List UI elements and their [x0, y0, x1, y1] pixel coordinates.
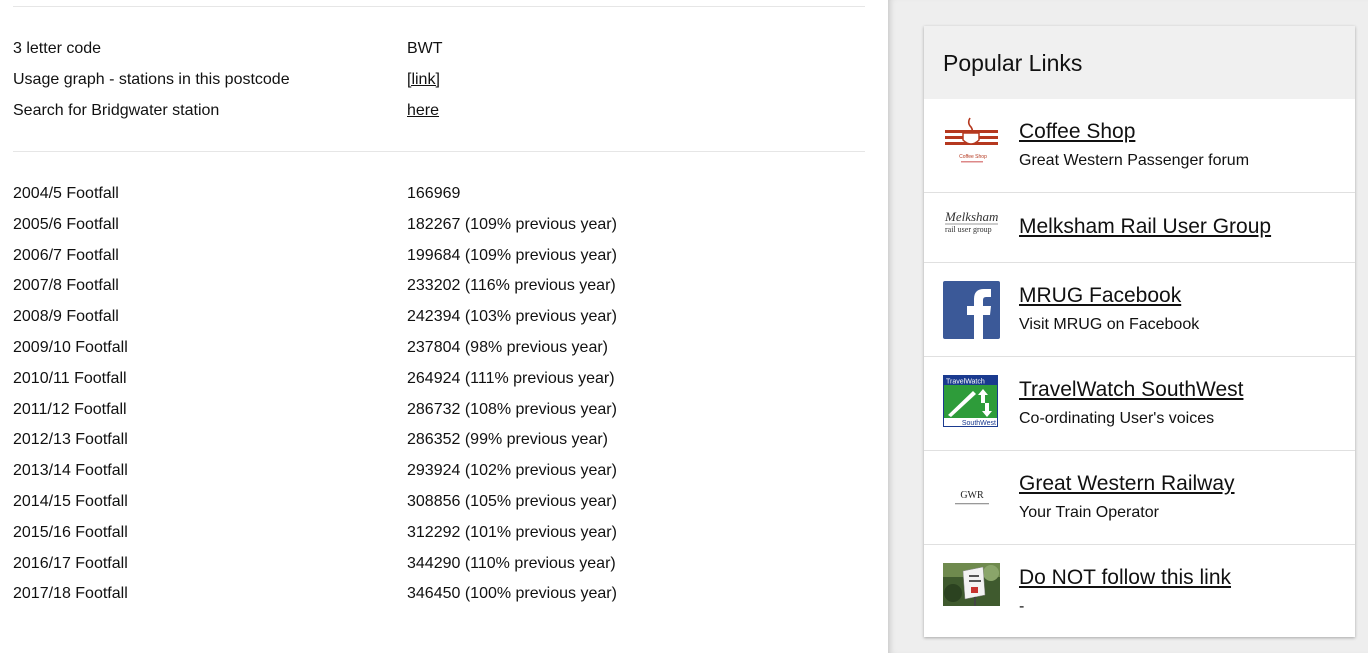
link-subtitle: Your Train Operator — [1019, 504, 1159, 521]
footfall-year: 2017/18 Footfall — [13, 585, 128, 602]
mrug-logo-icon: Melksham rail user group — [943, 203, 1000, 243]
footfall-value: 264924 (111% previous year) — [407, 370, 615, 387]
link-title[interactable]: MRUG Facebook — [1019, 284, 1181, 308]
travelwatch-logo-text-top: TravelWatch — [946, 379, 985, 386]
footfall-year: 2006/7 Footfall — [13, 247, 119, 264]
info-label: 3 letter code — [13, 40, 102, 57]
footfall-row: 2006/7 Footfall 199684 (109% previous yea… — [13, 246, 873, 277]
card-header: Popular Links — [924, 26, 1355, 99]
usage-graph-link[interactable]: [link] — [407, 70, 440, 90]
footfall-year: 2013/14 Footfall — [13, 462, 128, 479]
link-title[interactable]: Coffee Shop — [1019, 120, 1135, 144]
footfall-value: 344290 (110% previous year) — [407, 555, 616, 572]
footfall-year: 2015/16 Footfall — [13, 524, 128, 541]
footfall-year: 2008/9 Footfall — [13, 308, 119, 325]
travelwatch-logo-icon: TravelWatch SouthWest — [943, 375, 1000, 427]
link-item-do-not-follow[interactable]: Do NOT follow this link - — [924, 544, 1355, 638]
mrug-logo-text: Melksham — [944, 209, 998, 224]
footfall-row: 2017/18 Footfall 346450 (100% previous ye… — [13, 584, 873, 615]
footfall-value: 242394 (103% previous year) — [407, 308, 617, 325]
info-label: Search for Bridgwater station — [13, 102, 220, 119]
link-title[interactable]: Melksham Rail User Group — [1019, 215, 1271, 239]
link-title[interactable]: TravelWatch SouthWest — [1019, 378, 1243, 402]
footfall-value: 286352 (99% previous year) — [407, 431, 609, 448]
footfall-value: 199684 (109% previous year) — [407, 247, 617, 264]
footfall-value: 237804 (98% previous year) — [407, 339, 609, 356]
footfall-year: 2005/6 Footfall — [13, 216, 119, 233]
divider — [13, 151, 865, 152]
footfall-row: 2007/8 Footfall 233202 (116% previous yea… — [13, 276, 873, 307]
footfall-year: 2016/17 Footfall — [13, 555, 128, 572]
footfall-year: 2010/11 Footfall — [13, 370, 127, 387]
footfall-value: 312292 (101% previous year) — [407, 524, 617, 541]
footfall-row: 2005/6 Footfall 182267 (109% previous yea… — [13, 215, 873, 246]
footfall-row: 2012/13 Footfall 286352 (99% previous yea… — [13, 430, 873, 461]
footfall-value: 293924 (102% previous year) — [407, 462, 617, 479]
info-row-search: Search for Bridgwater station here — [13, 101, 873, 132]
footfall-year: 2007/8 Footfall — [13, 277, 119, 294]
divider — [13, 6, 865, 7]
link-title[interactable]: Do NOT follow this link — [1019, 566, 1231, 590]
link-item-mrug-facebook[interactable]: MRUG Facebook Visit MRUG on Facebook — [924, 262, 1355, 356]
footfall-row: 2015/16 Footfall 312292 (101% previous ye… — [13, 523, 873, 554]
footfall-year: 2004/5 Footfall — [13, 185, 119, 202]
info-row-usage-graph: Usage graph - stations in this postcode … — [13, 70, 873, 101]
gwr-logo-text: GWR — [960, 490, 984, 501]
footfall-row: 2004/5 Footfall 166969 — [13, 184, 873, 215]
popular-links-card: Popular Links Coffee Shop Coffee Shop Gr… — [924, 26, 1355, 637]
link-item-travelwatch[interactable]: TravelWatch SouthWest TravelWatch SouthW… — [924, 356, 1355, 450]
footfall-year: 2014/15 Footfall — [13, 493, 128, 510]
footfall-row: 2008/9 Footfall 242394 (103% previous yea… — [13, 307, 873, 338]
footfall-row: 2014/15 Footfall 308856 (105% previous ye… — [13, 492, 873, 523]
footfall-row: 2011/12 Footfall 286732 (108% previous ye… — [13, 400, 873, 431]
footfall-row: 2013/14 Footfall 293924 (102% previous ye… — [13, 461, 873, 492]
info-row-code: 3 letter code BWT — [13, 39, 873, 70]
footfall-value: 286732 (108% previous year) — [407, 401, 617, 418]
link-subtitle: Visit MRUG on Facebook — [1019, 316, 1200, 333]
link-subtitle: - — [1019, 598, 1025, 615]
footfall-value: 308856 (105% previous year) — [407, 493, 617, 510]
footfall-value: 233202 (116% previous year) — [407, 277, 616, 294]
footfall-value: 182267 (109% previous year) — [407, 216, 617, 233]
footfall-value: 166969 — [407, 185, 461, 202]
travelwatch-logo-text-bottom: SouthWest — [962, 420, 996, 427]
info-value: BWT — [407, 40, 443, 57]
search-station-link[interactable]: here — [407, 101, 439, 121]
card-title: Popular Links — [943, 50, 1083, 76]
footfall-row: 2010/11 Footfall 264924 (111% previous ye… — [13, 369, 873, 400]
footfall-row: 2016/17 Footfall 344290 (110% previous ye… — [13, 554, 873, 585]
station-info-panel: 3 letter code BWT Usage graph - stations… — [0, 0, 888, 653]
link-title[interactable]: Great Western Railway — [1019, 472, 1235, 496]
footfall-value: 346450 (100% previous year) — [407, 585, 617, 602]
coffee-shop-logo-text: Coffee Shop — [959, 154, 987, 160]
footfall-year: 2012/13 Footfall — [13, 431, 128, 448]
footfall-row: 2009/10 Footfall 237804 (98% previous yea… — [13, 338, 873, 369]
link-subtitle: Co-ordinating User's voices — [1019, 410, 1215, 427]
footfall-year: 2009/10 Footfall — [13, 339, 128, 356]
link-item-mrug[interactable]: Melksham rail user group Melksham Rail U… — [924, 192, 1355, 262]
gwr-logo-icon: GWR — [943, 468, 1000, 526]
svg-text:rail user group: rail user group — [945, 225, 992, 234]
facebook-logo-icon — [943, 281, 1000, 339]
info-label: Usage graph - stations in this postcode — [13, 71, 290, 88]
link-item-coffee-shop[interactable]: Coffee Shop Coffee Shop Great Western Pa… — [924, 99, 1355, 192]
station-sign-photo-icon — [943, 563, 1000, 606]
coffee-cup-logo-icon: Coffee Shop — [943, 116, 1000, 174]
link-subtitle: Great Western Passenger forum — [1019, 152, 1250, 169]
footfall-year: 2011/12 Footfall — [13, 401, 127, 418]
link-item-gwr[interactable]: GWR Great Western Railway Your Train Ope… — [924, 450, 1355, 544]
